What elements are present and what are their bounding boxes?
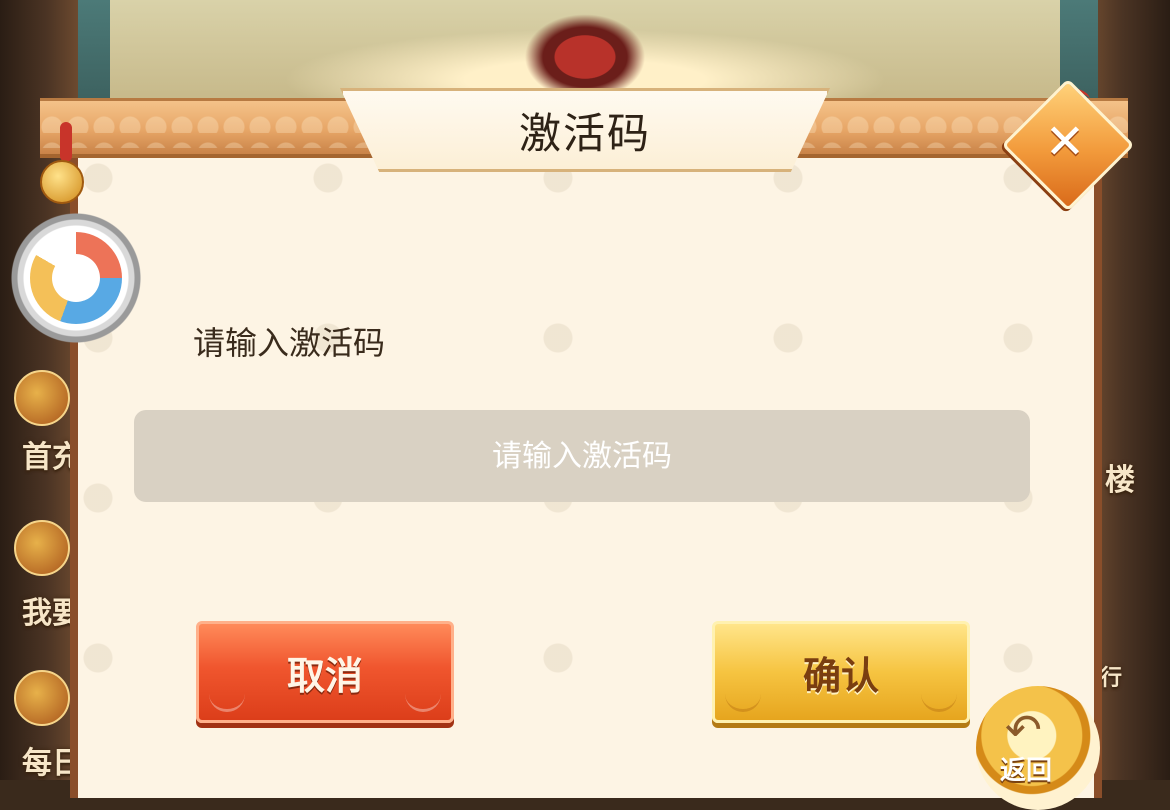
- close-icon[interactable]: ✕: [1021, 98, 1109, 186]
- daily-icon[interactable]: [14, 670, 70, 726]
- dialog-title: 激活码: [518, 108, 651, 158]
- cloud-ornament-icon: [921, 693, 957, 712]
- cloud-ornament-icon: [209, 693, 245, 712]
- confirm-button[interactable]: 确认: [712, 621, 970, 723]
- undo-arrow-icon[interactable]: ↶: [1005, 705, 1042, 756]
- side-label-row: 行: [1100, 666, 1123, 691]
- cancel-button-label: 取消: [286, 653, 363, 698]
- first-charge-icon[interactable]: [14, 370, 70, 426]
- cloud-ornament-icon: [405, 693, 441, 712]
- back-button-label[interactable]: 返回: [1000, 750, 1052, 787]
- want-icon[interactable]: [14, 520, 70, 576]
- logo-center: [52, 254, 100, 302]
- tassel-knot: [60, 122, 72, 162]
- hero-character-image: [505, 0, 665, 95]
- input-container: [134, 410, 1030, 502]
- activation-code-input[interactable]: [134, 410, 1030, 502]
- side-label-tower[interactable]: 楼: [1105, 455, 1135, 499]
- confirm-button-label: 确认: [802, 653, 879, 698]
- bell-ornament-icon: [40, 160, 84, 204]
- cloud-ornament-icon: [725, 693, 761, 712]
- prompt-label: 请输入激活码: [193, 324, 386, 362]
- cancel-button[interactable]: 取消: [196, 621, 454, 723]
